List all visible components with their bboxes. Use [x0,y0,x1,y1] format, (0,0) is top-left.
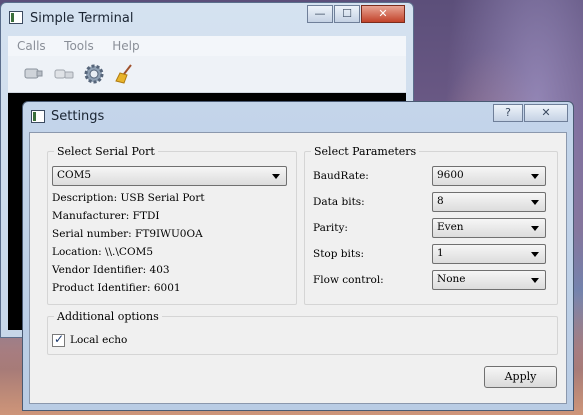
minimize-button[interactable]: — [307,5,333,23]
port-serial-number: Serial number: FT9IWU0OA [52,228,203,240]
settings-titlebar[interactable]: Settings ? ✕ [23,102,573,132]
parity-select[interactable]: Even [432,218,546,238]
chevron-down-icon [272,174,280,179]
parity-label: Parity: [313,222,348,234]
parity-value: Even [437,221,464,233]
clear-broom-icon[interactable] [114,63,136,85]
dialog-close-button[interactable]: ✕ [524,104,568,122]
additional-options-legend: Additional options [57,310,159,323]
data-bits-select[interactable]: 8 [432,192,546,212]
port-product-id: Product Identifier: 6001 [52,282,181,294]
additional-options-group: Additional options [47,310,558,355]
settings-gear-icon[interactable] [83,63,105,85]
baudrate-select[interactable]: 9600 [432,166,546,186]
apply-button[interactable]: Apply [484,366,557,388]
chevron-down-icon [531,278,539,283]
help-button[interactable]: ? [493,104,523,122]
toolbar [8,56,406,93]
baudrate-value: 9600 [437,169,464,181]
chevron-down-icon [531,200,539,205]
parameters-legend: Select Parameters [314,145,417,158]
settings-window-icon [31,110,45,123]
stop-bits-label: Stop bits: [313,248,365,260]
baudrate-label: BaudRate: [313,170,369,182]
main-window-title: Simple Terminal [30,11,134,26]
port-location: Location: \\.\COM5 [52,246,153,258]
data-bits-value: 8 [437,195,444,207]
terminal-app-icon [9,11,23,24]
serial-port-select[interactable]: COM5 [52,166,287,186]
maximize-button[interactable]: ☐ [334,5,360,23]
chevron-down-icon [531,174,539,179]
flow-control-label: Flow control: [313,274,384,286]
serial-port-value: COM5 [57,169,92,181]
chevron-down-icon [531,252,539,257]
local-echo-checkbox[interactable] [52,332,65,347]
disconnect-icon[interactable] [53,63,75,85]
main-titlebar[interactable]: Simple Terminal — ☐ ✕ [1,3,413,33]
menu-tools[interactable]: Tools [64,36,94,56]
data-bits-label: Data bits: [313,196,365,208]
chevron-down-icon [531,226,539,231]
port-manufacturer: Manufacturer: FTDI [52,210,160,222]
menu-bar: Calls Tools Help [8,36,406,56]
local-echo-label[interactable]: Local echo [70,334,127,346]
flow-control-select[interactable]: None [432,270,546,290]
menu-help[interactable]: Help [112,36,139,56]
stop-bits-value: 1 [437,247,444,259]
port-vendor-id: Vendor Identifier: 403 [52,264,170,276]
flow-control-value: None [437,273,466,285]
settings-body: Select Serial Port COM5 Description: USB… [29,132,567,404]
settings-dialog: Settings ? ✕ Select Serial Port COM5 Des… [22,101,574,411]
port-description: Description: USB Serial Port [52,192,205,204]
settings-title: Settings [51,109,105,124]
serial-port-legend: Select Serial Port [57,145,155,158]
close-button[interactable]: ✕ [361,5,405,23]
stop-bits-select[interactable]: 1 [432,244,546,264]
menu-calls[interactable]: Calls [17,36,46,56]
connect-icon[interactable] [22,63,44,85]
